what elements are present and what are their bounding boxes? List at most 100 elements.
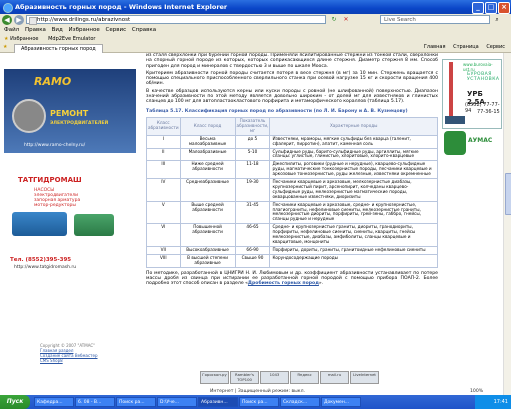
article-paragraph-3: В качестве образцов используются керны и… [146,88,438,105]
stop-icon[interactable]: ✕ [342,16,350,24]
vertical-scrollbar[interactable] [503,53,511,395]
ie-logo-icon [3,3,13,13]
counter-badge[interactable]: Яндекс [290,371,319,384]
article-paragraph-2: Критерием абразивности горной породы счи… [146,70,438,87]
footer-link-cms[interactable]: CMS Shop8 [40,358,63,363]
pump-image-icon [12,212,67,236]
counter-badge[interactable]: mail.ru [320,371,349,384]
ramo-url: http://www.ramo-chelny.ru/ [24,143,86,148]
tools-menu-button[interactable]: Сервис [486,44,505,50]
star-icon[interactable]: ★ [4,36,8,42]
aumas-ad[interactable]: АУМАС [442,129,500,157]
menu-item-view[interactable]: Вид [52,27,63,33]
tatgidromash-brand: ТАТГИДРОМАШ [18,176,82,184]
menu-item-edit[interactable]: Правка [25,27,46,33]
table-row: VIII В высшей степени абразивные Свыше 90 К… [146,253,438,268]
ramo-brand: RAMO [34,75,72,88]
table-cell: VIII [146,253,181,268]
table-row: V Выше средней абразивности 31-45 Песчаники… [146,200,438,225]
menu-item-favorites[interactable]: Избранное [69,27,100,33]
taskbar-item[interactable]: D:\Уче... [157,397,197,407]
table-cell: В высшей степени абразивные [179,253,236,268]
favorites-label[interactable]: Избранное [10,36,38,42]
system-tray: 17:41 [475,395,511,409]
ramo-ad-banner[interactable]: RAMO РЕМОНТ ЭЛЕКТРОДВИГАТЕЛЕЙ http://www… [4,69,136,153]
window-titlebar[interactable]: Абразивность горных пород - Windows Inte… [0,0,511,14]
home-button[interactable]: Главная [424,44,446,50]
motor-image-icon [74,214,114,236]
start-button[interactable]: Пуск [0,395,30,409]
menu-item-file[interactable]: Файл [4,27,19,33]
counter-badge[interactable]: LiveInternet [350,371,379,384]
paragraph-4-end: ». [318,281,324,287]
table-cell: III [146,160,181,180]
taskbar-item[interactable]: Абразивн... [198,397,238,407]
maximize-button[interactable]: □ [485,2,497,14]
table-cell: V [146,200,181,225]
tatgidromash-ad-banner[interactable]: ТАТГИДРОМАШ НАСОСЫ электродвигатели запо… [4,176,136,252]
table-cell: Песчаники кварцевые и аркозовые, мелкозе… [269,178,438,202]
table-caption: Таблица 5.17. Классификация горных пород… [146,108,408,114]
rig-url: www.burovaia-ust.ru [463,62,493,72]
crushability-link[interactable]: Дробимость горных пород [248,281,319,286]
table-row: IV Среднеабразивные 19-30 Песчаники кварцев… [146,178,438,202]
drill-mast-icon [449,62,453,122]
favorites-star-icon[interactable]: ★ [3,43,7,52]
counter-badge[interactable]: Гороскоп.ру [200,371,229,384]
table-cell: VII [146,245,181,255]
table-cell: 46-65 [234,223,271,247]
search-input[interactable]: Live Search [380,15,490,24]
aumas-brand: АУМАС [468,137,493,144]
taskbar-item[interactable]: Докумен... [321,397,361,407]
forward-icon[interactable]: ▶ [14,15,24,25]
table-cell: Свыше 90 [234,253,271,268]
drill-rig-ad[interactable]: www.burovaia-ust.ru БУРОВАЯ УСТАНОВКА УР… [442,59,502,129]
menu-item-tools[interactable]: Сервис [106,27,127,33]
page-menu-button[interactable]: Страница [453,44,479,50]
url-input[interactable]: http://www.drilings.ru/abrazivnost [26,15,326,25]
fav-item-emulator[interactable]: Mdp2Eve Emulator [48,36,95,42]
table-cell: I [146,134,181,149]
back-icon[interactable]: ◀ [2,15,12,25]
close-button[interactable]: × [498,2,510,14]
search-icon[interactable]: ⌕ [493,16,501,24]
tatgidromash-line-4: мотор-редукторы [34,203,76,208]
table-cell: 19-30 [234,178,271,202]
left-footer: Copyright © 2007 "ATMAC" Главная раздел … [40,343,98,363]
menu-bar: Файл Правка Вид Избранное Сервис Справка [0,26,511,35]
tab-current[interactable]: Абразивность горных пород [14,44,103,53]
taskbar-item[interactable]: Поиск ра... [239,397,279,407]
tatgidromash-url[interactable]: http://www.tatgidromash.ru [14,265,76,270]
table-header-row: Класс абразивности Класс пород Показател… [146,116,438,136]
table-row: II Малоабразивные 5-10 Сульфидные руды, бар… [146,147,438,162]
zoom-level[interactable]: 100% [470,389,483,394]
table-cell: 11-18 [234,160,271,180]
article-paragraph-4: По методике, разработанной в ЦНИГРИ Н. И… [146,271,438,287]
abrasiveness-table: Класс абразивности Класс пород Показател… [146,116,438,268]
table-cell: Высокоабразивные [179,245,236,255]
url-text: http://www.drilings.ru/abrazivnost [37,17,131,23]
aumas-mascot-icon [444,131,466,155]
taskbar-item[interactable]: Поиск ра... [116,397,156,407]
taskbar-item[interactable]: Кафедра... [34,397,74,407]
go-icon[interactable]: ↻ [330,16,338,24]
minimize-button[interactable]: _ [472,2,484,14]
table-cell: 66-90 [234,245,271,255]
table-cell: 5-10 [234,147,271,162]
tab-label: Абразивность горных пород [21,46,96,52]
taskbar-item[interactable]: 6. 08 - В... [75,397,115,407]
rig-phone-2: 77-36-15 [477,109,500,115]
counter-badge[interactable]: Rambler's TOP100 [230,371,259,384]
table-cell: до 5 [234,134,271,149]
page-icon [29,17,37,25]
table-cell: Весьма малоабразивные [179,134,236,149]
taskbar-item[interactable]: Складск... [280,397,320,407]
table-header: Показатель абразивности, мг [234,116,271,136]
counter-badge[interactable]: 1043 [260,371,289,384]
table-cell: II [146,147,181,162]
table-header: Класс абразивности [146,116,181,136]
table-cell: Сульфидные руды, барито-сульфидные руды,… [269,147,438,162]
truck-icon [445,116,465,124]
scrollbar-thumb[interactable] [505,173,511,215]
menu-item-help[interactable]: Справка [132,27,156,33]
